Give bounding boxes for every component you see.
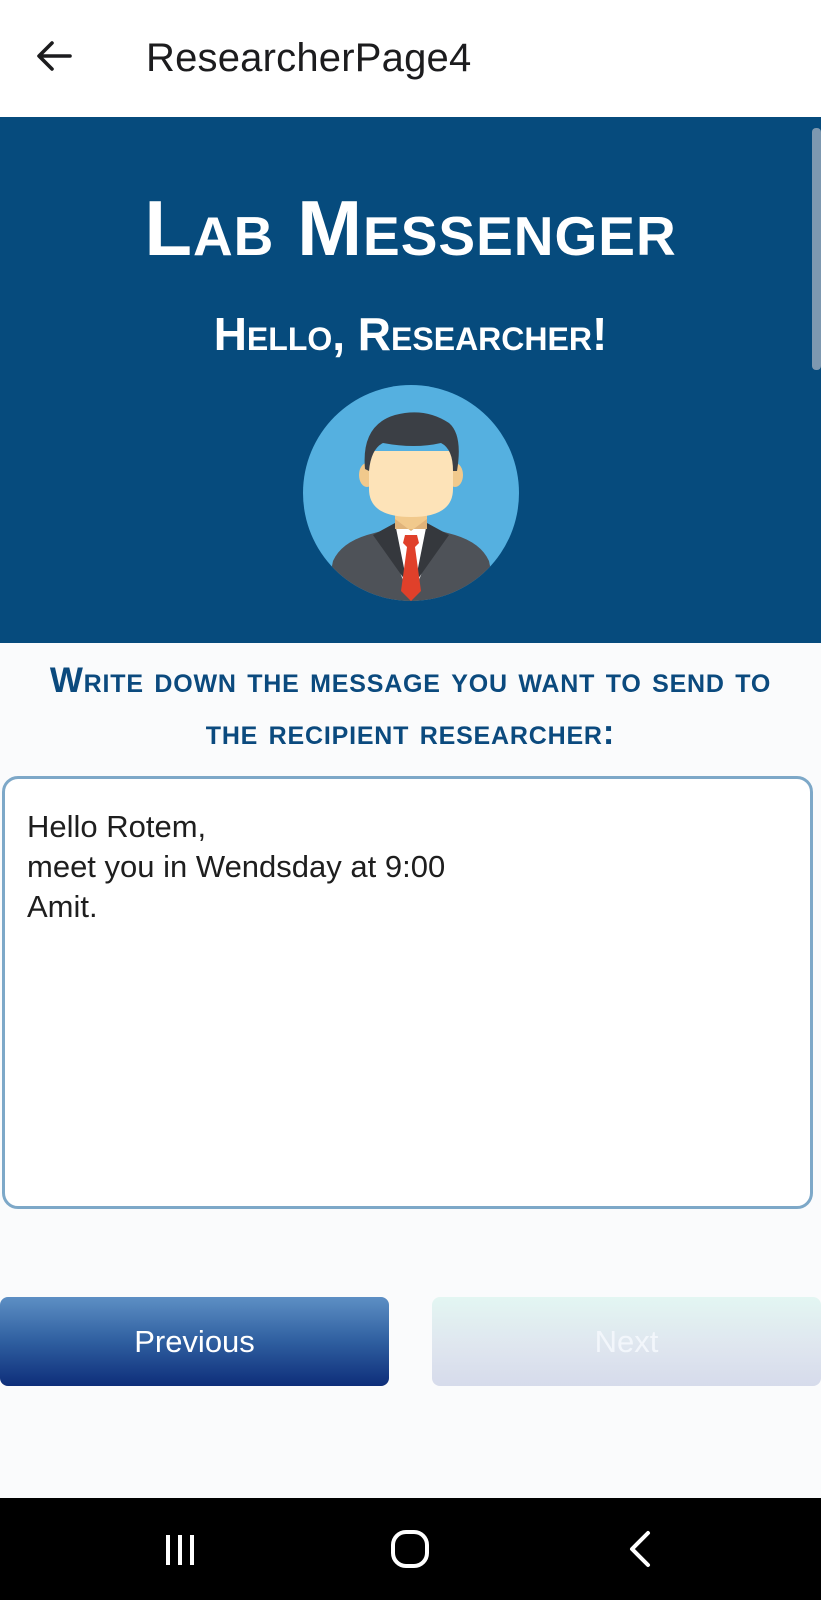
app-bar: ResearcherPage4 [0, 0, 821, 117]
next-button[interactable]: Next [432, 1297, 821, 1386]
previous-button[interactable]: Previous [0, 1297, 389, 1386]
recents-icon [166, 1535, 194, 1565]
screen: ResearcherPage4 Lab Messenger Hello, Res… [0, 0, 821, 1600]
app-title: Lab Messenger [144, 184, 677, 272]
back-chevron-icon [630, 1531, 650, 1567]
header-banner: Lab Messenger Hello, Researcher! [0, 117, 821, 643]
arrow-left-icon [37, 41, 72, 71]
back-button[interactable] [26, 28, 82, 84]
page-title: ResearcherPage4 [146, 36, 472, 80]
researcher-avatar-icon [303, 385, 519, 601]
recents-button[interactable] [140, 1518, 220, 1580]
home-icon [391, 1530, 429, 1568]
message-input[interactable]: Hello Rotem, meet you in Wendsday at 9:0… [2, 776, 813, 1209]
system-nav-bar [0, 1498, 821, 1600]
greeting-text: Hello, Researcher! [213, 308, 608, 360]
system-back-button[interactable] [600, 1518, 680, 1580]
message-prompt: Write down the message you want to send … [49, 661, 772, 752]
home-button[interactable] [370, 1518, 450, 1580]
scrollbar[interactable] [812, 128, 821, 370]
